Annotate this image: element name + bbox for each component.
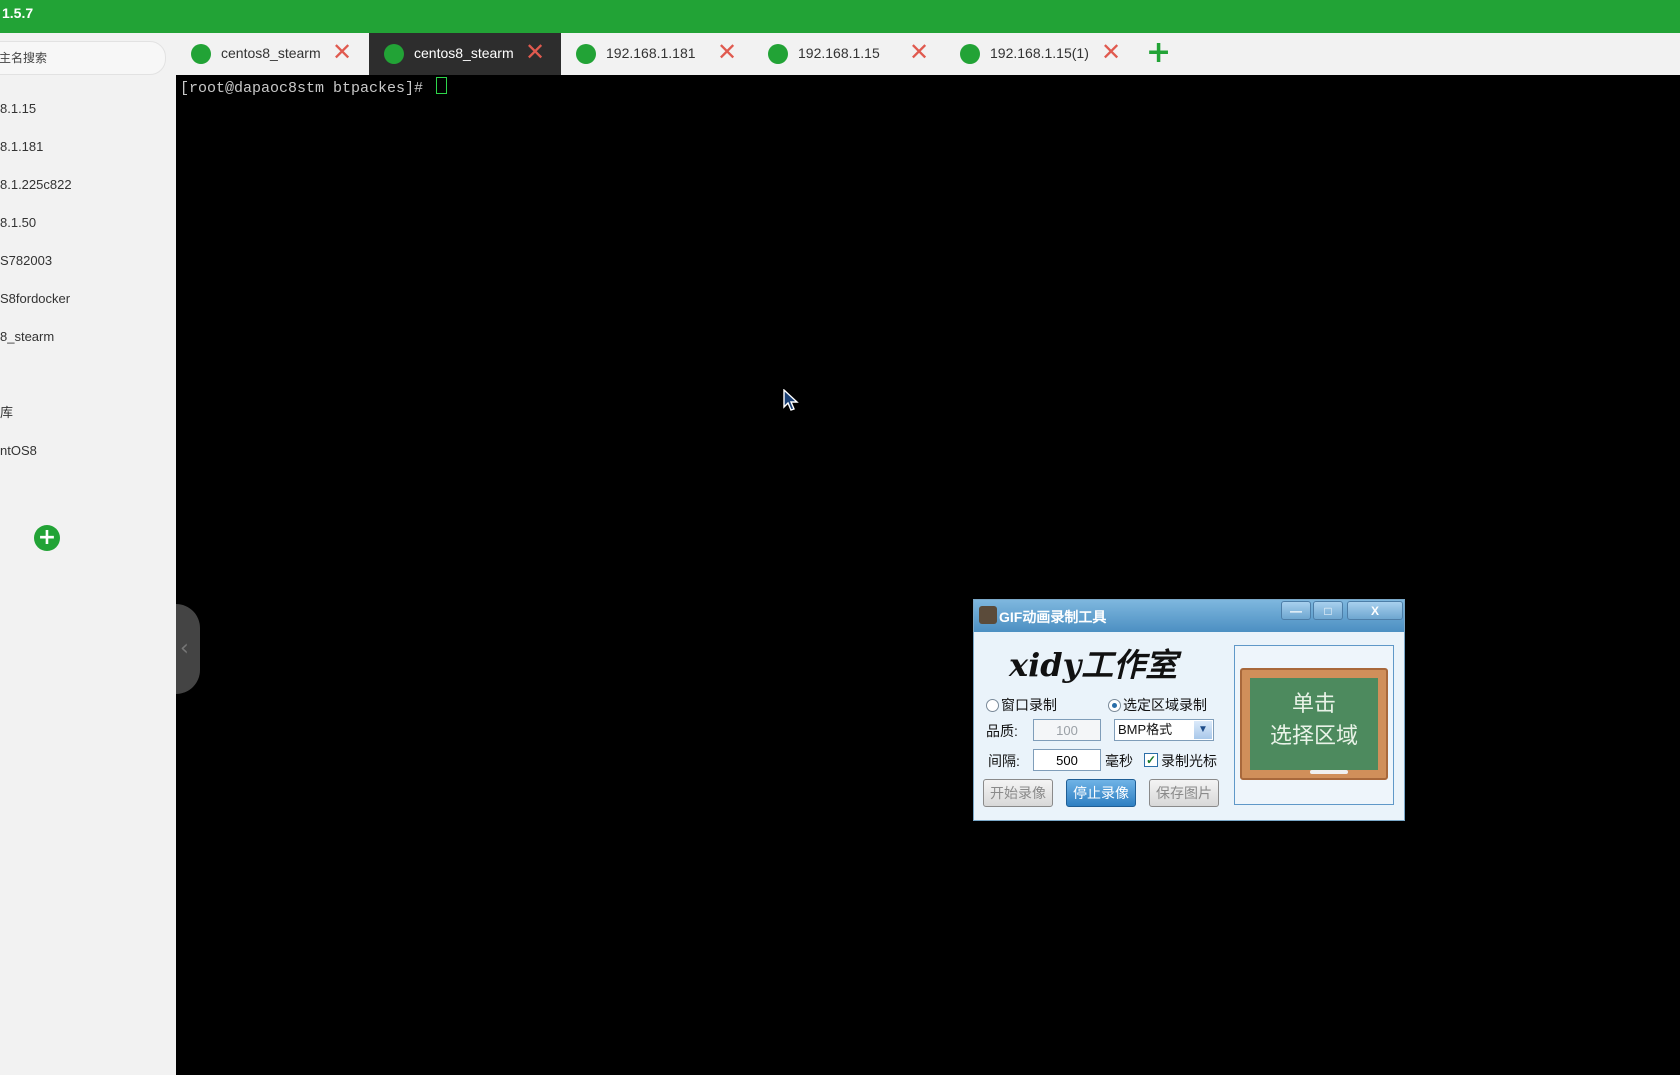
radio-region-record[interactable]: 选定区域录制	[1108, 695, 1207, 715]
chevron-left-icon[interactable]: ‹	[176, 604, 200, 694]
quality-label: 品质:	[986, 723, 1018, 739]
chalkboard-image[interactable]: 单击 选择区域	[1240, 668, 1388, 780]
radio-selected-icon[interactable]	[1108, 699, 1121, 712]
preview-line-2: 选择区域	[1269, 723, 1358, 748]
tab-session[interactable]: centos8_stearm ✕	[176, 33, 368, 75]
gif-window-title: GIF动画录制工具	[999, 609, 1107, 625]
tab-session[interactable]: 192.168.1.15 ✕	[753, 33, 945, 75]
sidebar-item-host[interactable]: S782003	[0, 249, 176, 273]
terminal-pane[interactable]: [root@dapaoc8stm btpackes]#	[176, 75, 1680, 1075]
chevron-down-icon[interactable]: ▼	[1194, 721, 1212, 739]
maximize-button[interactable]: □	[1313, 601, 1343, 620]
close-icon[interactable]: ✕	[909, 39, 929, 67]
brand-logo-text: xidy工作室	[1009, 646, 1178, 684]
tab-label: centos8_stearm	[414, 45, 514, 61]
tab-session[interactable]: 192.168.1.15(1) ✕	[945, 33, 1137, 75]
quality-input[interactable]	[1033, 719, 1101, 741]
sidebar-item-host[interactable]: 8.1.225c822	[0, 173, 176, 197]
record-cursor-checkbox[interactable]: ✓	[1144, 753, 1158, 767]
search-input[interactable]	[0, 49, 149, 67]
select-region-preview[interactable]: 单击 选择区域	[1234, 645, 1394, 805]
tab-label: 192.168.1.15	[798, 45, 880, 61]
format-select-value: BMP格式	[1118, 722, 1173, 737]
gif-window-titlebar[interactable]: GIF动画录制工具 — □ X	[974, 600, 1404, 632]
tab-label: centos8_stearm	[221, 45, 321, 61]
tab-label: 192.168.1.15(1)	[990, 45, 1089, 61]
sidebar-item-host[interactable]: S8fordocker	[0, 287, 176, 311]
sidebar-item-host[interactable]: 8.1.50	[0, 211, 176, 235]
status-dot-icon	[960, 44, 980, 64]
app-root: 1.5.7 8.1.15 8.1.181 8.1.225c822 8.1.50 …	[0, 0, 1680, 1075]
close-icon[interactable]: ✕	[717, 39, 737, 67]
stop-record-button[interactable]: 停止录像	[1066, 779, 1136, 807]
interval-label: 间隔:	[988, 753, 1020, 769]
interval-input[interactable]	[1033, 749, 1101, 771]
tab-bar: centos8_stearm ✕ centos8_stearm ✕ 192.16…	[176, 33, 1680, 75]
terminal-cursor	[436, 77, 448, 94]
chalkboard-surface: 单击 选择区域	[1250, 678, 1378, 770]
app-version-title: 1.5.7	[2, 5, 34, 21]
sidebar-item-group[interactable]: ntOS8	[0, 439, 176, 463]
sidebar-item-host[interactable]: 8.1.181	[0, 135, 176, 159]
status-dot-icon	[384, 44, 404, 64]
prompt-text: [root@dapaoc8stm btpackes]#	[180, 80, 433, 97]
interval-unit: 毫秒	[1105, 753, 1133, 769]
sidebar-item-group[interactable]: 库	[0, 401, 176, 425]
tab-session-active[interactable]: centos8_stearm ✕	[369, 33, 561, 75]
app-logo-icon	[979, 606, 997, 624]
record-cursor-label: 录制光标	[1161, 753, 1217, 769]
sidebar-item-host[interactable]: 8_stearm	[0, 325, 176, 349]
close-icon[interactable]: ✕	[332, 39, 352, 67]
minimize-button[interactable]: —	[1281, 601, 1311, 620]
chalk-icon	[1310, 770, 1348, 774]
radio-label: 窗口录制	[1001, 697, 1057, 713]
preview-line-1: 单击	[1291, 691, 1336, 716]
save-image-button[interactable]: 保存图片	[1149, 779, 1219, 807]
app-titlebar: 1.5.7	[0, 0, 1680, 33]
format-select[interactable]: BMP格式 ▼	[1114, 719, 1214, 741]
mouse-pointer-icon	[783, 389, 799, 411]
tab-session[interactable]: 192.168.1.181 ✕	[561, 33, 753, 75]
radio-label: 选定区域录制	[1123, 697, 1207, 713]
close-icon[interactable]: ✕	[525, 39, 545, 67]
close-button[interactable]: X	[1347, 601, 1403, 620]
radio-window-record[interactable]: 窗口录制	[986, 695, 1057, 715]
status-dot-icon	[768, 44, 788, 64]
sidebar: 8.1.15 8.1.181 8.1.225c822 8.1.50 S78200…	[0, 33, 176, 1075]
add-tab-icon[interactable]: +	[1146, 37, 1171, 69]
gif-recorder-window: GIF动画录制工具 — □ X xidy工作室 窗口录制 选定区域录制 品质: …	[973, 599, 1405, 821]
status-dot-icon	[191, 44, 211, 64]
status-dot-icon	[576, 44, 596, 64]
tab-label: 192.168.1.181	[606, 45, 696, 61]
close-icon[interactable]: ✕	[1101, 39, 1121, 67]
radio-icon[interactable]	[986, 699, 999, 712]
sidebar-item-host[interactable]: 8.1.15	[0, 97, 176, 121]
plus-circle-icon[interactable]: +	[34, 525, 60, 551]
terminal-prompt: [root@dapaoc8stm btpackes]#	[180, 77, 448, 97]
sidebar-search[interactable]	[0, 41, 166, 75]
start-record-button[interactable]: 开始录像	[983, 779, 1053, 807]
